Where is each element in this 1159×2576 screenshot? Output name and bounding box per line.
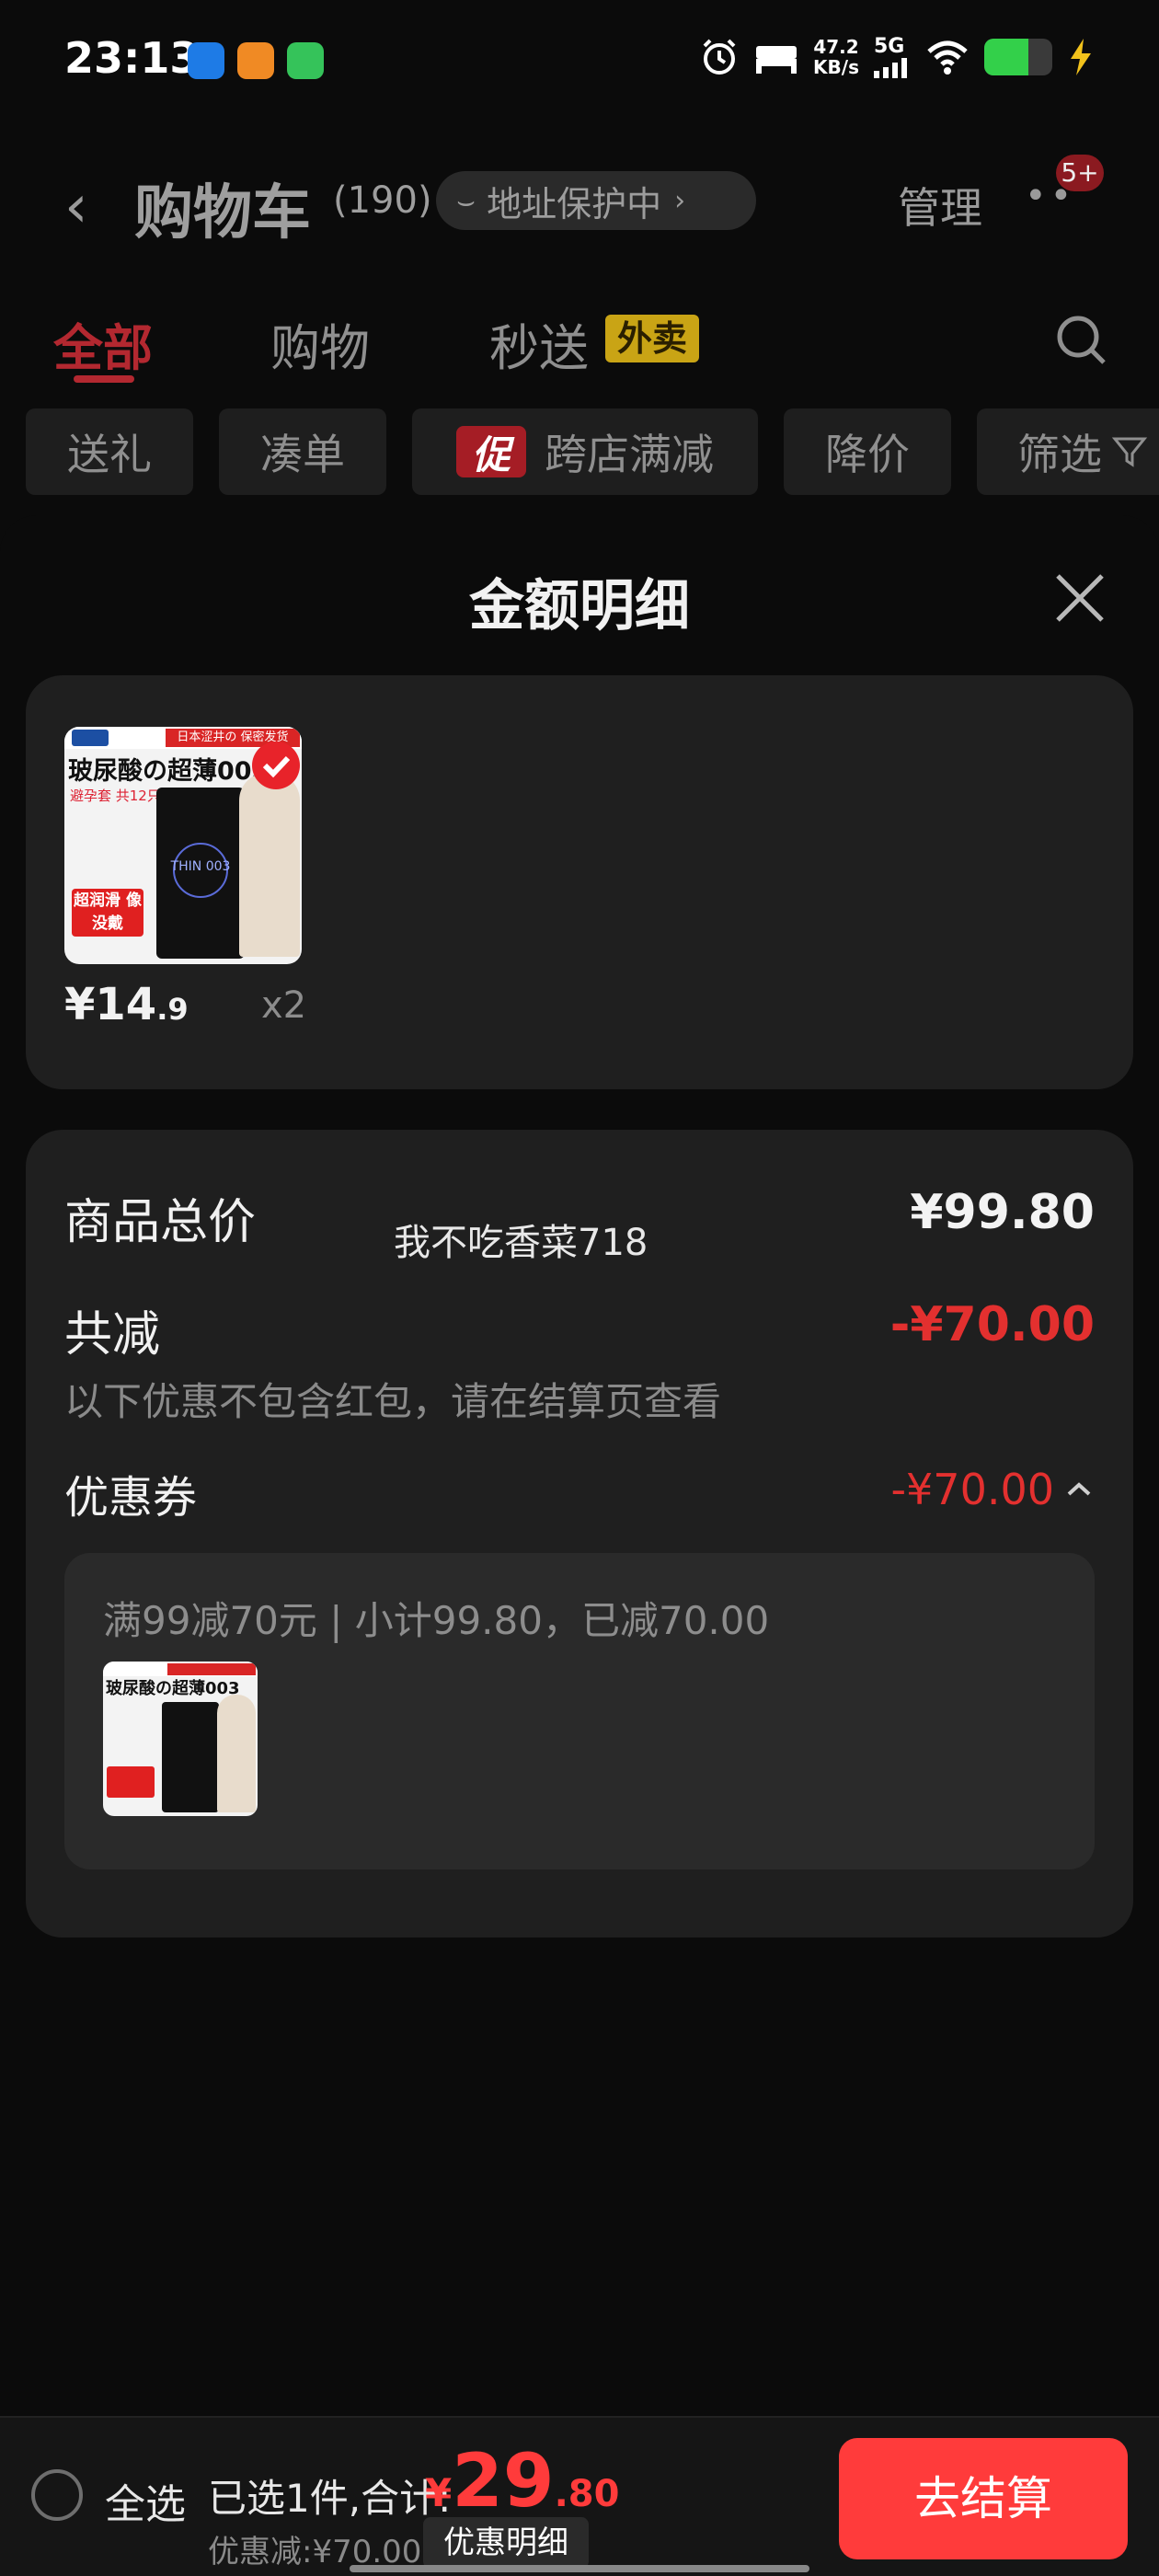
page-title: 购物车 xyxy=(134,179,311,247)
charging-icon xyxy=(1071,38,1091,75)
alarm-icon xyxy=(703,39,736,75)
status-time: 23:13 xyxy=(64,33,200,83)
filter-icon xyxy=(1111,437,1148,467)
notification-app-icon xyxy=(237,42,274,79)
checkout-button[interactable]: 去结算 xyxy=(839,2438,1128,2559)
sheet-title: 金额明细 xyxy=(469,574,690,638)
chip-gift-label: 送礼 xyxy=(67,430,152,479)
tab-underline xyxy=(74,375,134,383)
total-int: 29 xyxy=(452,2438,555,2524)
address-protection-label: 地址保护中 xyxy=(487,183,662,224)
product-price: ¥14.9 xyxy=(64,979,189,1030)
signal-icon: 5G xyxy=(874,35,911,78)
image-model: THIN 003 xyxy=(170,859,231,874)
image-sub: 避孕套 共12只 xyxy=(70,788,161,804)
wifi-icon xyxy=(927,40,968,75)
reduction-note: 以下优惠不包含红包，请在结算页查看 xyxy=(64,1379,722,1424)
selected-summary: 已选1件,合计: xyxy=(208,2476,452,2521)
total-dec: .80 xyxy=(554,2473,620,2515)
net-speed-value: 47.2 xyxy=(813,35,859,58)
close-icon[interactable] xyxy=(1052,570,1107,626)
chip-combine-label: 凑单 xyxy=(260,430,345,479)
net-speed-unit: KB/s xyxy=(813,55,859,78)
total-amount: ¥29.80 xyxy=(425,2438,619,2524)
home-indicator xyxy=(350,2565,809,2572)
coupon-image-title: 玻尿酸の超薄003 xyxy=(106,1679,240,1698)
coupon-detail-text: 满99减70元 | 小计99.80，已减70.00 xyxy=(103,1598,770,1643)
total-price-value: ¥99.80 xyxy=(910,1185,1095,1240)
manage-button[interactable]: 管理 xyxy=(898,175,982,236)
net-speed: 47.2 KB/s xyxy=(813,37,859,77)
product-card: 日本涩井の 保密发货 玻尿酸の超薄003 避孕套 共12只 THIN 003 超… xyxy=(26,675,1133,1089)
image-tag: 超润滑 像没戴 xyxy=(72,889,143,937)
search-icon[interactable] xyxy=(1054,313,1109,368)
checked-icon xyxy=(252,742,300,789)
chevron-right-icon: › xyxy=(674,184,686,217)
cart-count: (190) xyxy=(333,179,432,222)
chip-gift[interactable]: 送礼 xyxy=(26,408,193,495)
notification-app-icon xyxy=(287,42,324,79)
total-currency: ¥ xyxy=(425,2470,453,2515)
address-protection-pill[interactable]: ⌣ 地址保护中 › xyxy=(436,171,756,230)
discount-detail-button[interactable]: 优惠明细 xyxy=(423,2517,589,2569)
chip-price-drop-label: 降价 xyxy=(825,430,910,479)
back-arrow-icon[interactable]: ‹ xyxy=(64,173,88,241)
coupon-value: -¥70.00 xyxy=(890,1465,1054,1514)
coupon-toggle[interactable]: -¥70.00 xyxy=(890,1465,1095,1514)
chip-filter[interactable]: 筛选 xyxy=(977,408,1159,495)
battery-icon xyxy=(984,38,1052,75)
notification-app-icon xyxy=(188,42,224,79)
cart-tabs: 全部 购物 秒送 外卖 xyxy=(0,294,1159,386)
status-bar: 23:13 47.2 KB/s 5G xyxy=(0,0,1159,129)
more-badge: 5+ xyxy=(1056,155,1104,191)
bed-icon xyxy=(756,45,798,74)
chip-price-drop[interactable]: 降价 xyxy=(784,408,951,495)
filter-chips: 送礼 凑单 促 跨店满减 降价 筛选 xyxy=(0,408,1159,497)
product-quantity: x2 xyxy=(261,984,307,1027)
user-watermark: 我不吃香菜718 xyxy=(394,1222,648,1264)
cart-header: ‹ 购物车 (190) ⌣ 地址保护中 › 管理 •• xyxy=(0,138,1159,267)
product-box: THIN 003 xyxy=(156,788,245,959)
chevron-up-icon xyxy=(1067,1482,1091,1496)
coupon-label: 优惠券 xyxy=(64,1472,198,1524)
reduction-value: -¥70.00 xyxy=(889,1297,1095,1352)
promo-tag: 促 xyxy=(456,426,526,477)
amount-detail-sheet: 金额明细 日本涩井の 保密发货 玻尿酸の超薄003 避孕套 共12只 THIN … xyxy=(0,515,1159,2576)
chip-cross-store[interactable]: 促 跨店满减 xyxy=(412,408,758,495)
smile-icon: ⌣ xyxy=(456,182,476,218)
select-all-radio[interactable] xyxy=(31,2469,83,2521)
battery-level xyxy=(984,38,1029,75)
tab-all[interactable]: 全部 xyxy=(53,307,153,380)
reduction-label: 共减 xyxy=(64,1307,161,1363)
tab-shopping[interactable]: 购物 xyxy=(270,307,370,380)
coupon-product-image[interactable]: 玻尿酸の超薄003 xyxy=(103,1662,258,1816)
coupon-detail-box: 满99减70元 | 小计99.80，已减70.00 玻尿酸の超薄003 xyxy=(64,1553,1095,1869)
chip-cross-store-label: 跨店满减 xyxy=(545,430,714,479)
status-indicators: 47.2 KB/s 5G xyxy=(699,35,1095,78)
takeaway-badge: 外卖 xyxy=(605,315,699,362)
signal-label: 5G xyxy=(874,35,905,58)
total-price-label: 商品总价 xyxy=(64,1195,257,1250)
chip-filter-label: 筛选 xyxy=(1017,430,1102,479)
price-decimal: .9 xyxy=(156,992,189,1027)
select-all-label[interactable]: 全选 xyxy=(105,2471,186,2530)
image-title: 玻尿酸の超薄003 xyxy=(68,757,270,786)
product-image[interactable]: 日本涩井の 保密发货 玻尿酸の超薄003 避孕套 共12只 THIN 003 超… xyxy=(64,727,302,964)
brand-logo xyxy=(72,730,109,746)
price-main: ¥14 xyxy=(64,979,157,1030)
model-figure xyxy=(239,773,300,957)
checkout-bar: 全选 已选1件,合计: ¥29.80 优惠减:¥70.00 优惠明细 去结算 xyxy=(0,2416,1159,2576)
tab-instant[interactable]: 秒送 xyxy=(489,307,589,380)
chip-combine[interactable]: 凑单 xyxy=(219,408,386,495)
